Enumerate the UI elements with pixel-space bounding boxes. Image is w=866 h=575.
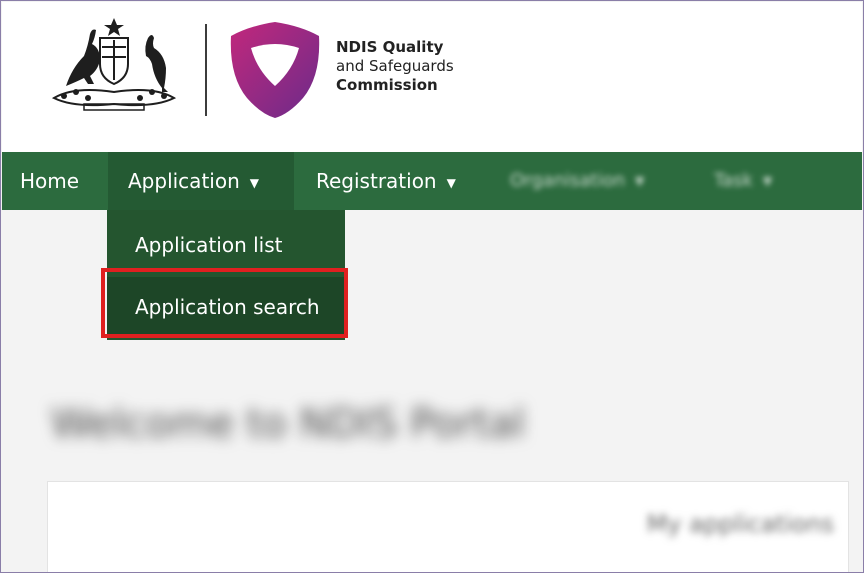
nav-task[interactable]: Task ▼ (714, 152, 772, 210)
application-dropdown-menu: Application list Application search (107, 210, 345, 340)
caret-down-icon: ▼ (762, 174, 773, 188)
caret-down-icon: ▼ (249, 175, 259, 190)
welcome-text: Welcome to NDIS Portal (51, 401, 526, 447)
applications-panel: My applications (47, 481, 849, 572)
site-header: NDIS Quality and Safeguards Commission (2, 2, 862, 152)
nav-home[interactable]: Home (20, 152, 79, 210)
nav-registration-label: Registration (316, 169, 437, 193)
main-nav: Home Application ▼ Registration ▼ Organisa… (2, 152, 862, 210)
nav-home-label: Home (20, 169, 80, 193)
brand-line3: Commission (336, 76, 438, 94)
nav-registration[interactable]: Registration ▼ (316, 152, 456, 210)
caret-down-icon: ▼ (446, 175, 456, 190)
nav-application-label: Application (128, 169, 240, 193)
nav-organisation[interactable]: Organisation ▼ (510, 152, 644, 210)
menu-item-application-list[interactable]: Application list (107, 215, 345, 275)
app-window: NDIS Quality and Safeguards Commission H… (0, 0, 864, 573)
ndis-brand-text: NDIS Quality and Safeguards Commission (336, 38, 496, 95)
nav-organisation-label: Organisation (510, 170, 626, 191)
menu-item-application-list-label: Application list (135, 233, 283, 257)
menu-item-application-search-label: Application search (135, 295, 320, 319)
menu-item-application-search[interactable]: Application search (107, 277, 345, 337)
welcome-heading-blurred: Welcome to NDIS Portal (51, 401, 611, 453)
brand-line1: NDIS Quality (336, 38, 444, 56)
caret-down-icon: ▼ (635, 174, 645, 188)
coat-of-arms-logo (51, 18, 177, 111)
brand-line2: and Safeguards (336, 57, 454, 75)
header-divider (205, 24, 207, 116)
ndis-shield-logo (230, 22, 320, 118)
nav-application[interactable]: Application ▼ (108, 152, 294, 210)
nav-task-label: Task (714, 170, 753, 191)
panel-title-blurred: My applications (646, 510, 834, 538)
